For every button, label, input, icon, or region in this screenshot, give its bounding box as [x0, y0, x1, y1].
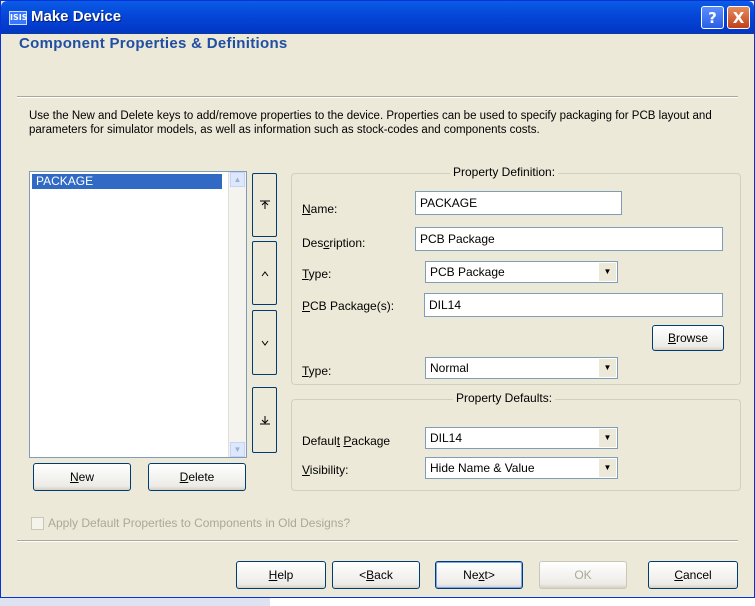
move-down-icon	[261, 340, 268, 346]
new-button-rest: ew	[78, 470, 94, 484]
chevron-down-icon[interactable]: ▼	[598, 263, 616, 281]
type-label: Type:	[302, 267, 332, 281]
move-down-button[interactable]	[252, 310, 277, 375]
scroll-up-icon[interactable]: ▲	[230, 172, 245, 187]
chevron-down-icon[interactable]: ▼	[598, 429, 616, 447]
browse-button[interactable]: Browse	[652, 325, 724, 351]
move-bottom-button[interactable]	[252, 387, 277, 453]
page-title: Component Properties & Definitions	[19, 35, 288, 52]
type2-select-value: Normal	[430, 361, 469, 375]
window-title: Make Device	[31, 8, 122, 25]
description-input[interactable]: PCB Package	[415, 227, 723, 251]
close-button[interactable]: X	[727, 6, 750, 29]
next-button[interactable]: Next>	[435, 561, 523, 589]
chevron-down-icon[interactable]: ▼	[598, 359, 616, 377]
list-item-package[interactable]: PACKAGE	[32, 174, 222, 189]
property-listbox[interactable]: PACKAGE ▲ ▼	[29, 171, 247, 458]
delete-button[interactable]: Delete	[148, 463, 246, 491]
app-icon: ISIS	[9, 11, 27, 25]
property-defaults-legend: Property Defaults:	[453, 391, 556, 405]
apply-defaults-label: Apply Default Properties to Components i…	[48, 516, 351, 530]
visibility-label: Visibility:	[302, 463, 349, 477]
property-definition-legend: Property Definition:	[450, 165, 559, 179]
move-up-icon	[261, 271, 268, 277]
checkbox-box[interactable]	[31, 517, 44, 531]
apply-defaults-checkbox[interactable]: Apply Default Properties to Components i…	[31, 516, 351, 531]
title-bar[interactable]: ISIS Make Device ? X	[1, 1, 754, 34]
new-button[interactable]: New	[33, 463, 131, 491]
move-up-button[interactable]	[252, 241, 277, 305]
help-title-button[interactable]: ?	[701, 6, 724, 29]
delete-button-rest: elete	[188, 470, 215, 484]
taskbar-strip	[0, 598, 270, 606]
visibility-value: Hide Name & Value	[430, 461, 535, 475]
page-description: Use the New and Delete keys to add/remov…	[29, 110, 712, 136]
make-device-dialog: ISIS Make Device ? X Component Propertie…	[0, 0, 755, 598]
cancel-button[interactable]: Cancel	[648, 561, 738, 589]
type2-label: Type:	[302, 364, 332, 378]
description-label: Description:	[302, 236, 366, 250]
move-bottom-icon	[259, 416, 270, 425]
pcb-packages-input[interactable]: DIL14	[424, 293, 723, 317]
pcb-packages-label: PCB Package(s):	[302, 299, 395, 313]
default-package-select[interactable]: DIL14 ▼	[425, 427, 618, 449]
name-input[interactable]: PACKAGE	[415, 191, 622, 215]
type-select[interactable]: PCB Package ▼	[425, 261, 618, 283]
help-button[interactable]: Help	[236, 561, 326, 589]
visibility-select[interactable]: Hide Name & Value ▼	[425, 457, 618, 479]
chevron-down-icon[interactable]: ▼	[598, 459, 616, 477]
footer-divider	[17, 540, 738, 542]
header-divider	[17, 96, 738, 98]
list-scrollbar[interactable]: ▲ ▼	[228, 172, 246, 457]
move-top-button[interactable]	[252, 173, 277, 237]
type-select-value: PCB Package	[430, 265, 505, 279]
back-button[interactable]: <Back	[332, 561, 420, 589]
default-package-label: Default Package	[302, 434, 391, 448]
ok-button[interactable]: OK	[539, 561, 627, 589]
scroll-down-icon[interactable]: ▼	[230, 442, 245, 457]
default-package-value: DIL14	[430, 431, 463, 445]
name-label: Name:	[302, 202, 338, 216]
move-top-icon	[259, 200, 270, 209]
type2-select[interactable]: Normal ▼	[425, 357, 618, 379]
